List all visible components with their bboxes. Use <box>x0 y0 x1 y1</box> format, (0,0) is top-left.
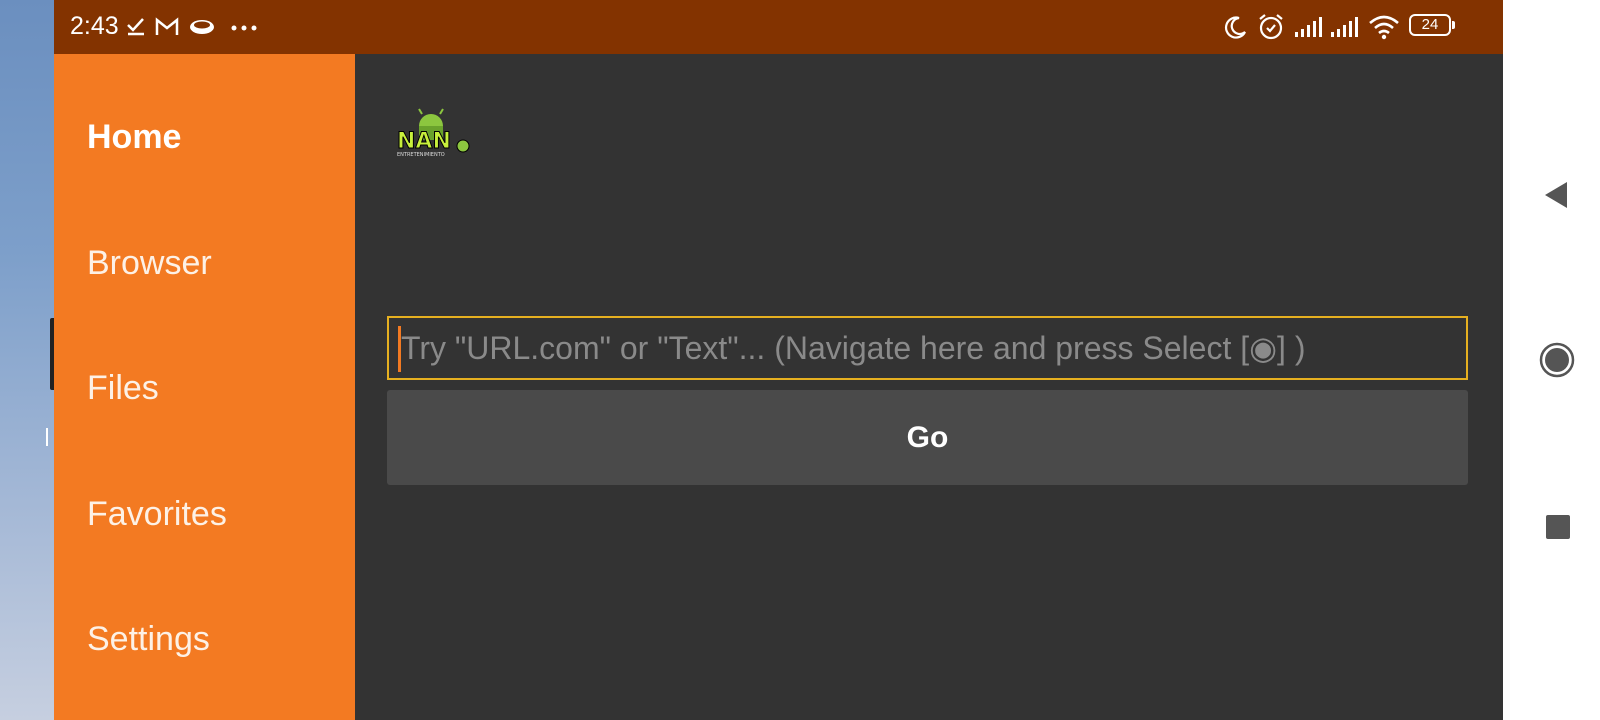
more-dots-icon <box>231 25 257 31</box>
signal-icon <box>1295 17 1322 37</box>
drawer-item-files[interactable]: Files <box>87 369 159 408</box>
battery-level: 24 <box>1421 16 1439 33</box>
status-time: 2:43 <box>70 12 119 40</box>
wallpaper <box>0 0 54 720</box>
moon-icon <box>1224 16 1246 39</box>
navigation-drawer: Home Browser Files Favorites Settings <box>54 54 355 720</box>
main-content: NAN ENTRETENIMIENTO Go <box>355 54 1503 720</box>
checkmark-icon <box>127 18 144 36</box>
go-button[interactable]: Go <box>387 390 1468 485</box>
drawer-item-browser[interactable]: Browser <box>87 244 212 283</box>
recents-square-icon[interactable] <box>1545 514 1571 540</box>
wifi-icon <box>1369 15 1399 40</box>
drawer-item-home[interactable]: Home <box>87 118 181 157</box>
drawer-item-settings[interactable]: Settings <box>87 620 210 659</box>
text-caret <box>398 326 401 372</box>
app-logo: NAN ENTRETENIMIENTO <box>395 108 475 163</box>
svg-text:NAN: NAN <box>397 129 451 154</box>
status-bar: 2:43 24 <box>54 0 1503 54</box>
alarm-icon <box>1259 14 1283 40</box>
signal-icon <box>1331 17 1358 37</box>
url-search-input[interactable] <box>387 316 1468 380</box>
home-circle-icon[interactable] <box>1539 342 1575 378</box>
drawer-item-favorites[interactable]: Favorites <box>87 495 227 534</box>
svg-text:ENTRETENIMIENTO: ENTRETENIMIENTO <box>397 152 445 158</box>
eye-icon <box>190 20 214 34</box>
back-icon[interactable] <box>1543 180 1569 210</box>
wallpaper-detail <box>46 428 48 446</box>
system-nav-bar <box>1503 0 1600 720</box>
battery-tip <box>1452 21 1455 29</box>
battery-icon: 24 <box>1409 14 1451 36</box>
gmail-icon <box>155 17 179 35</box>
